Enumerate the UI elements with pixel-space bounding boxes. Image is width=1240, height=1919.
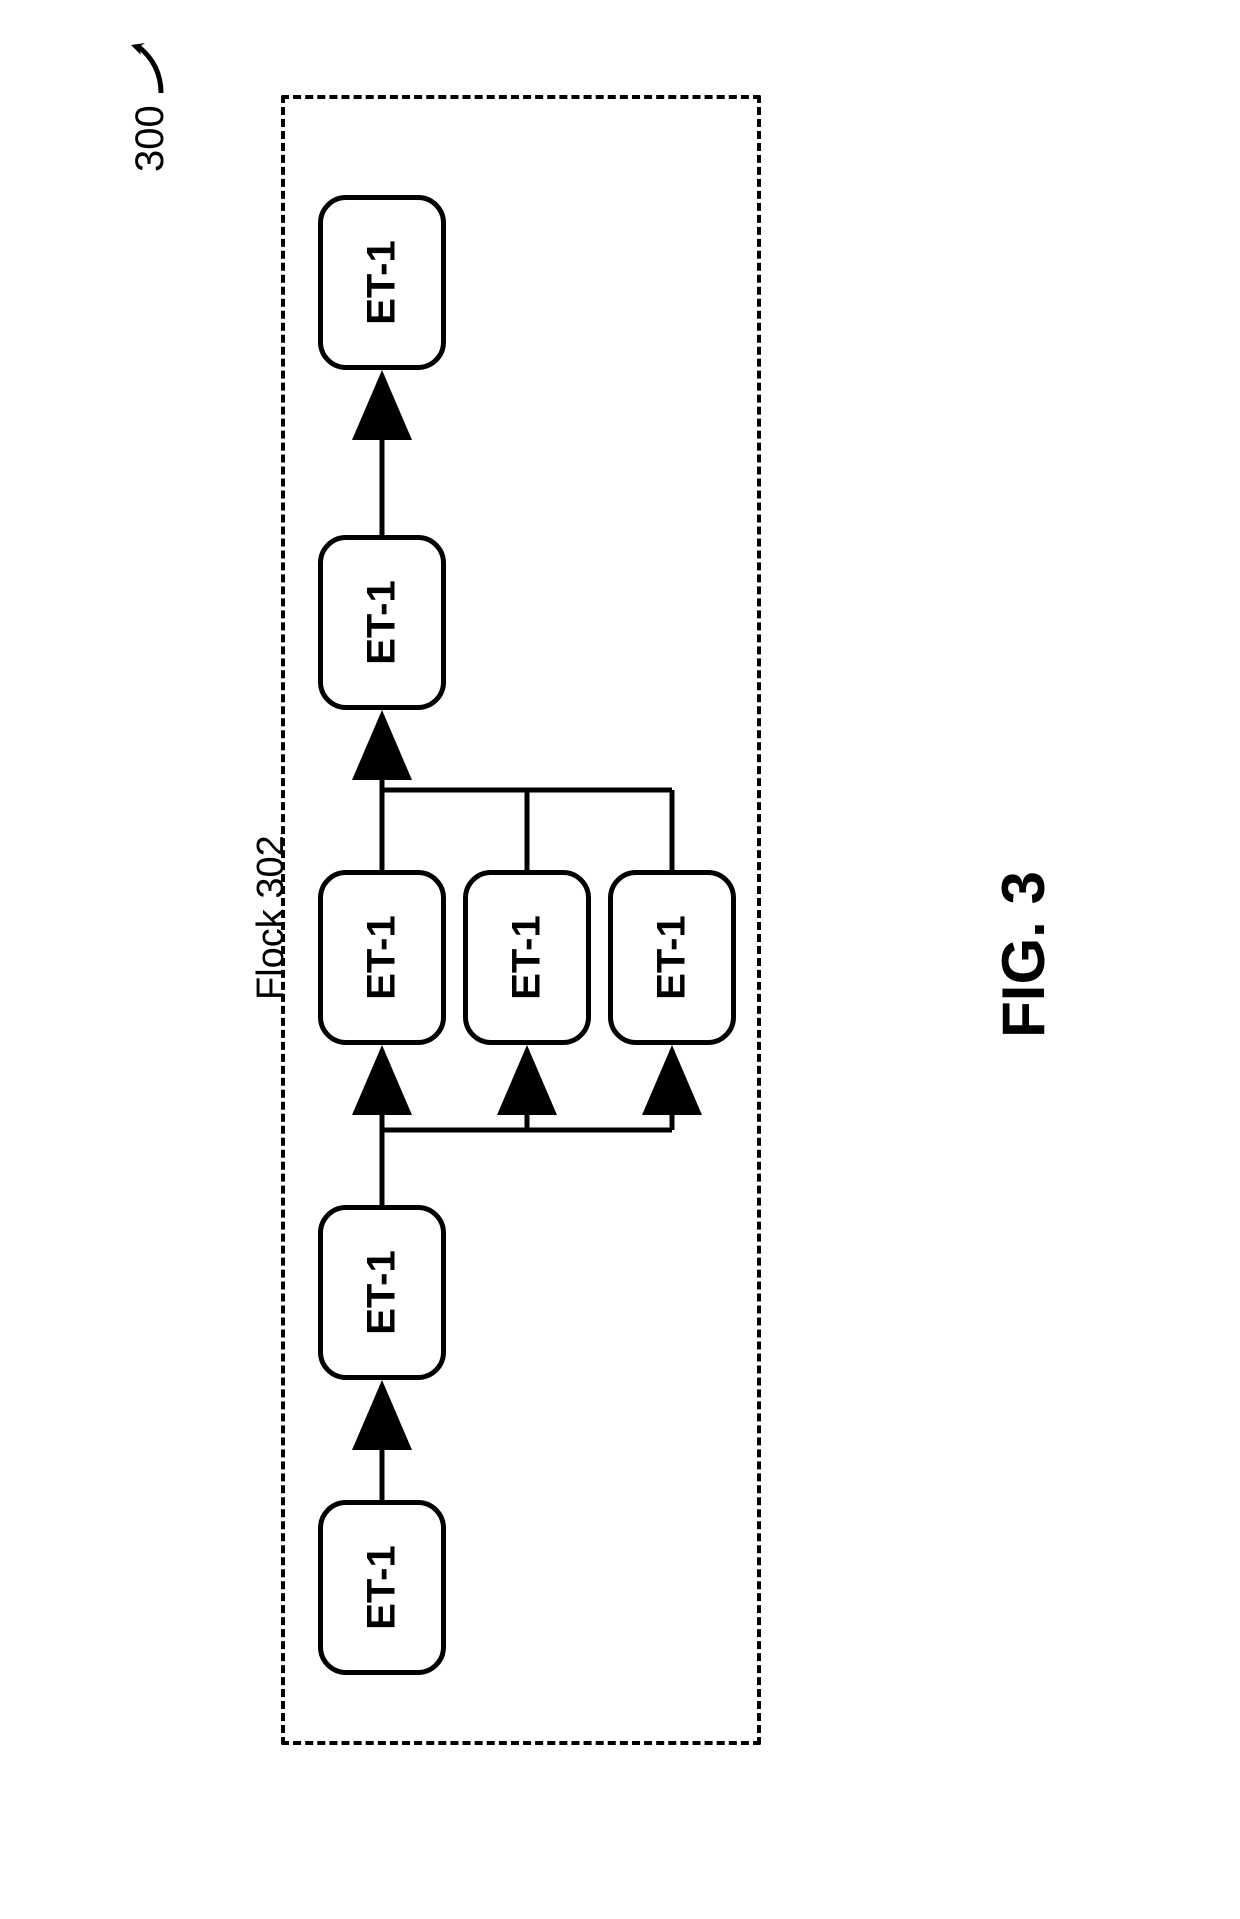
figure-label: FIG. 3 [989,871,1058,1038]
node-label: ET-1 [359,915,404,999]
node-label: ET-1 [359,1250,404,1334]
node-label: ET-1 [359,240,404,324]
node-label: ET-1 [649,915,694,999]
node-et1-2: ET-1 [318,1205,446,1380]
node-label: ET-1 [359,580,404,664]
node-et1-1: ET-1 [318,1500,446,1675]
node-et1-3b: ET-1 [463,870,591,1045]
diagram-root: 300 Flock 302 [0,0,1240,1919]
node-et1-4: ET-1 [318,535,446,710]
node-et1-3a: ET-1 [318,870,446,1045]
node-label: ET-1 [359,1545,404,1629]
node-et1-3c: ET-1 [608,870,736,1045]
node-et1-5: ET-1 [318,195,446,370]
node-label: ET-1 [504,915,549,999]
